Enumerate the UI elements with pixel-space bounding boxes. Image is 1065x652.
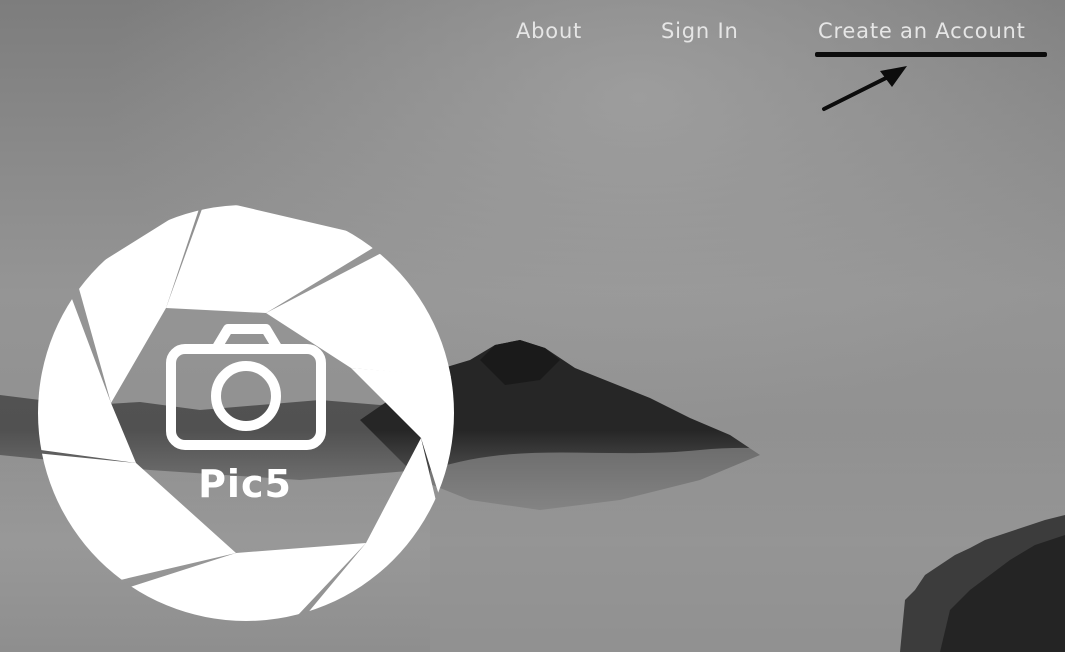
camera-icon (166, 324, 326, 450)
nav-link-create-account[interactable]: Create an Account (818, 14, 1026, 48)
nav-link-sign-in[interactable]: Sign In (661, 14, 739, 48)
annotation-arrow-icon (822, 66, 907, 111)
nav-link-about[interactable]: About (516, 14, 582, 48)
create-account-underline (815, 52, 1047, 57)
logo-brand-text: Pic5 (198, 462, 292, 506)
aperture-camera-logo[interactable] (36, 203, 456, 623)
top-navigation: About Sign In Create an Account (0, 14, 1065, 54)
